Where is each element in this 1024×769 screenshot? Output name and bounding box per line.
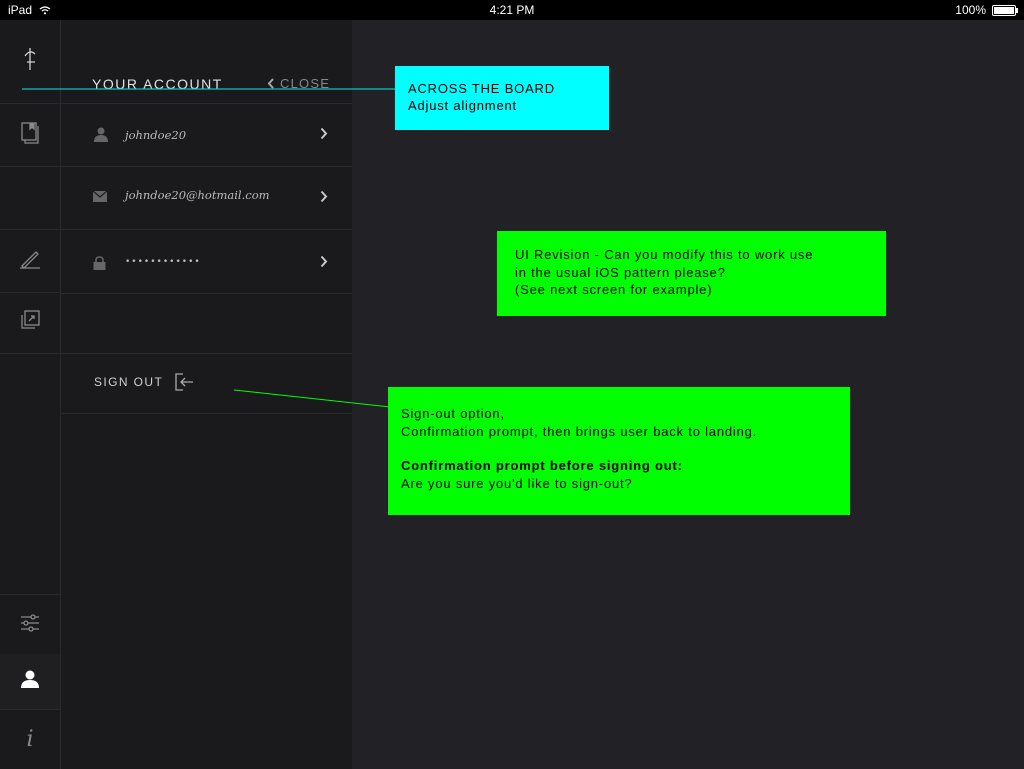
status-right: 100% — [955, 3, 1018, 17]
close-button[interactable]: CLOSE — [267, 76, 330, 91]
rail-item-library[interactable] — [0, 103, 60, 167]
account-header: YOUR ACCOUNT CLOSE — [61, 20, 352, 104]
logo-button[interactable] — [0, 20, 60, 104]
alignment-note-body: Adjust alignment — [408, 98, 517, 113]
rail-item-empty — [0, 166, 60, 230]
signout-note: Sign-out option, Confirmation prompt, th… — [388, 387, 850, 515]
chevron-right-icon — [320, 190, 328, 208]
signout-note-line1: Sign-out option, — [401, 406, 505, 421]
sign-out-row[interactable]: SIGN OUT — [61, 353, 352, 414]
alignment-note-title: ACROSS THE BOARD — [408, 81, 555, 96]
user-icon — [93, 126, 109, 147]
sign-out-button[interactable]: SIGN OUT — [94, 373, 195, 391]
username-row[interactable]: johndoe20 — [61, 103, 352, 167]
status-bar: iPad 4:21 PM 100% — [0, 0, 1024, 20]
signout-note-line4: Are you sure you'd like to sign-out? — [401, 475, 633, 491]
book-icon — [19, 120, 41, 149]
battery-icon — [992, 4, 1018, 16]
revision-note: UI Revision - Can you modify this to wor… — [497, 231, 886, 316]
revision-note-line2: in the usual iOS pattern please? — [515, 264, 726, 280]
rail-item-gallery[interactable] — [0, 292, 60, 354]
settings-icon — [19, 613, 41, 638]
gallery-icon — [18, 308, 42, 337]
alignment-note: ACROSS THE BOARD Adjust alignment — [395, 66, 609, 130]
user-icon — [20, 669, 40, 694]
password-value: •••••••••••• — [125, 257, 201, 267]
page-title: YOUR ACCOUNT — [92, 76, 223, 92]
logo-icon — [15, 44, 45, 79]
revision-note-line3: (See next screen for example) — [515, 282, 713, 297]
close-label: CLOSE — [280, 76, 331, 91]
rail-item-account[interactable] — [0, 654, 60, 710]
sign-out-label: SIGN OUT — [94, 375, 164, 389]
email-value: johndoe20@hotmail.com — [125, 188, 270, 202]
account-panel: YOUR ACCOUNT CLOSE johndoe20 johndoe20@h… — [61, 20, 352, 769]
signout-note-line2: Confirmation prompt, then brings user ba… — [401, 423, 758, 439]
battery-percent: 100% — [955, 3, 986, 17]
lock-icon — [93, 256, 106, 275]
pen-icon — [18, 246, 42, 275]
status-time: 4:21 PM — [489, 3, 535, 17]
chevron-left-icon — [267, 78, 274, 89]
signout-note-spacer — [401, 440, 837, 457]
email-row[interactable]: johndoe20@hotmail.com — [61, 166, 352, 230]
sign-out-icon — [175, 373, 194, 391]
mail-icon — [92, 189, 108, 207]
password-row[interactable]: •••••••••••• — [61, 229, 352, 294]
info-icon: i — [26, 726, 34, 752]
chevron-right-icon — [320, 255, 328, 273]
signout-note-line3: Confirmation prompt before signing out: — [401, 458, 683, 473]
username-value: johndoe20 — [125, 128, 187, 142]
rail-item-info[interactable]: i — [0, 709, 60, 769]
spacer-row — [61, 293, 352, 354]
chevron-right-icon — [320, 127, 328, 145]
revision-note-line1: UI Revision - Can you modify this to wor… — [515, 247, 814, 262]
icon-rail: i — [0, 20, 61, 769]
rail-item-write[interactable] — [0, 229, 60, 293]
rail-item-settings[interactable] — [0, 594, 60, 656]
